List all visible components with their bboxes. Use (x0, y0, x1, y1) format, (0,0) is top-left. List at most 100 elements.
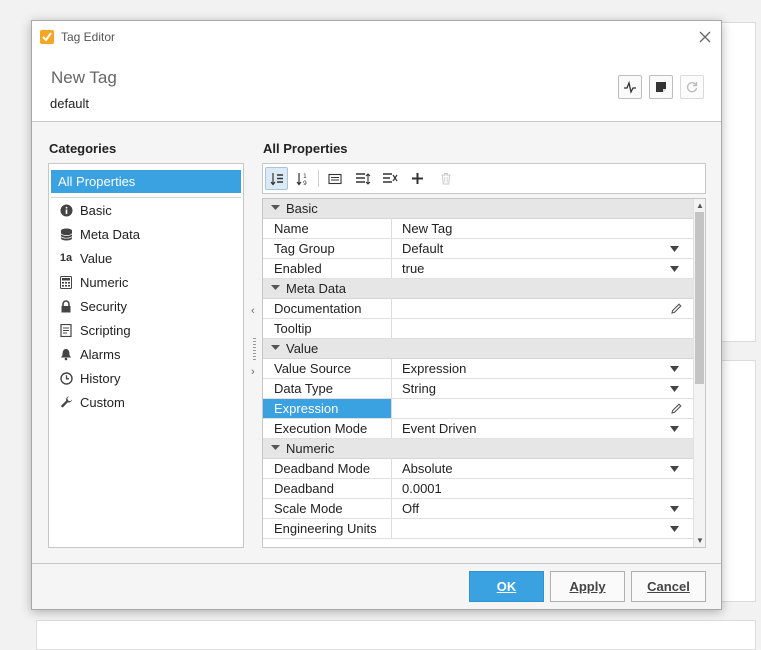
group-meta-data[interactable]: Meta Data (263, 279, 693, 299)
property-value-dropdown[interactable]: Off (393, 499, 693, 518)
pencil-edit-icon[interactable] (670, 402, 683, 415)
chevron-down-icon[interactable] (670, 366, 679, 372)
expand-all-button[interactable] (351, 167, 374, 190)
ok-button[interactable]: OK (469, 571, 544, 602)
property-grid: Basic Name New Tag Tag Group Default Ena… (262, 198, 706, 548)
category-value[interactable]: 1a Value (59, 248, 112, 268)
expand-right-icon[interactable]: › (251, 366, 255, 378)
category-custom[interactable]: Custom (59, 392, 125, 412)
scroll-up-icon[interactable]: ▲ (696, 201, 704, 210)
sort-alphabetical-button[interactable]: 19 (291, 167, 314, 190)
category-label: Value (80, 250, 113, 266)
category-alarms[interactable]: Alarms (59, 344, 120, 364)
value-icon: 1a (59, 252, 73, 264)
collapse-left-icon[interactable]: ‹ (251, 305, 255, 317)
chevron-down-icon[interactable] (670, 466, 679, 472)
property-name: Scale Mode (263, 499, 392, 518)
refresh-button[interactable] (680, 75, 704, 99)
category-label: Numeric (80, 274, 129, 290)
group-numeric[interactable]: Numeric (263, 439, 693, 459)
category-basic[interactable]: Basic (59, 200, 112, 220)
svg-text:1: 1 (303, 173, 307, 180)
property-value-dropdown[interactable]: Expression (393, 359, 693, 378)
chevron-down-icon[interactable] (670, 246, 679, 252)
property-value-field[interactable] (393, 399, 693, 418)
delete-property-button[interactable] (434, 167, 457, 190)
pulse-icon (624, 80, 636, 94)
category-security[interactable]: Security (59, 296, 127, 316)
property-row-value-source: Value Source Expression (263, 359, 693, 379)
chevron-down-icon[interactable] (670, 506, 679, 512)
property-value-dropdown[interactable]: String (393, 379, 693, 398)
expand-all-icon (355, 172, 370, 185)
apply-button[interactable]: Apply (550, 571, 625, 602)
info-icon (59, 203, 73, 217)
category-divider (51, 197, 241, 198)
notes-button[interactable] (649, 75, 673, 99)
sort-categorized-button[interactable] (265, 167, 288, 190)
property-name: Data Type (263, 379, 392, 398)
scroll-down-icon[interactable]: ▼ (696, 536, 704, 545)
property-value-dropdown[interactable]: Event Driven (393, 419, 693, 438)
category-history[interactable]: History (59, 368, 120, 388)
group-label: Basic (286, 201, 318, 216)
toolbar-separator (318, 170, 319, 187)
property-name: Value Source (263, 359, 392, 378)
chevron-down-icon[interactable] (670, 526, 679, 532)
background-panel-bottom (36, 620, 756, 650)
property-name-selected[interactable]: Expression (263, 399, 392, 418)
window-title: Tag Editor (61, 30, 116, 44)
collapse-all-button[interactable] (378, 167, 401, 190)
property-name: Deadband (263, 479, 392, 498)
properties-toolbar: 19 (262, 163, 706, 194)
tag-provider-label: default (50, 96, 90, 111)
property-value-dropdown[interactable]: Absolute (393, 459, 693, 478)
svg-text:9: 9 (303, 180, 307, 186)
cancel-button[interactable]: Cancel (631, 571, 706, 602)
property-row-tooltip: Tooltip (263, 319, 693, 339)
collapse-all-icon (382, 172, 397, 183)
property-row-deadband-mode: Deadband Mode Absolute (263, 459, 693, 479)
script-icon (59, 323, 73, 337)
panel-splitter[interactable]: ‹ › (248, 163, 262, 548)
pencil-edit-icon[interactable] (670, 302, 683, 315)
show-description-button[interactable] (323, 167, 346, 190)
chevron-down-icon[interactable] (670, 426, 679, 432)
property-row-expression: Expression (263, 399, 693, 419)
category-numeric[interactable]: Numeric (59, 272, 128, 292)
chevron-down-icon[interactable] (670, 266, 679, 272)
group-basic[interactable]: Basic (263, 199, 693, 219)
property-value-field[interactable]: New Tag (393, 219, 693, 238)
property-value-dropdown[interactable] (393, 519, 693, 538)
close-icon[interactable] (695, 27, 715, 47)
add-custom-property-button[interactable] (406, 167, 429, 190)
property-value-dropdown[interactable]: true (393, 259, 693, 278)
chevron-down-icon[interactable] (670, 386, 679, 392)
group-value[interactable]: Value (263, 339, 693, 359)
collapse-triangle-icon[interactable] (271, 343, 280, 352)
property-value-field[interactable] (393, 299, 693, 318)
category-meta-data[interactable]: Meta Data (59, 224, 140, 244)
collapse-triangle-icon[interactable] (271, 443, 280, 452)
property-name: Engineering Units (263, 519, 392, 538)
property-grid-scrollbar[interactable]: ▲ ▼ (693, 199, 705, 547)
collapse-triangle-icon[interactable] (271, 203, 280, 212)
splitter-grip-icon[interactable] (253, 338, 256, 360)
property-value-field[interactable]: 0.0001 (393, 479, 693, 498)
category-label: History (80, 370, 121, 386)
group-label: Value (286, 341, 319, 356)
diagnostics-button[interactable] (618, 75, 642, 99)
lock-icon (59, 299, 73, 313)
tag-editor-dialog: Tag Editor New Tag default Categories Al… (31, 20, 722, 610)
property-value-field[interactable] (393, 319, 693, 338)
footer-divider (32, 563, 721, 564)
header-divider (32, 121, 721, 122)
category-scripting[interactable]: Scripting (59, 320, 131, 340)
property-value-dropdown[interactable]: Default (393, 239, 693, 258)
categories-heading: Categories (49, 141, 117, 156)
scrollbar-thumb[interactable] (695, 212, 704, 384)
note-icon (656, 82, 666, 92)
collapse-triangle-icon[interactable] (271, 283, 280, 292)
property-name: Name (263, 219, 392, 238)
category-all-properties[interactable]: All Properties (51, 170, 241, 193)
